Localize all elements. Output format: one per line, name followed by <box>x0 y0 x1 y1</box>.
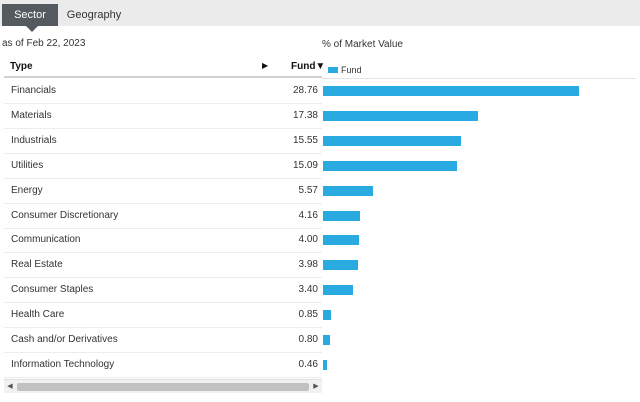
bar-utilities <box>323 160 458 171</box>
bar-consumer-discretionary <box>323 210 361 221</box>
tab-geography-label: Geography <box>66 9 122 21</box>
fund-value: 15.55 <box>292 134 318 146</box>
tab-bar: Sector Geography <box>0 0 640 32</box>
fund-value: 17.38 <box>292 109 318 121</box>
fund-column-header[interactable]: Fund▼ <box>291 61 325 72</box>
bar-health-care <box>323 310 331 321</box>
horizontal-scrollbar[interactable]: ◀ ▶ <box>4 379 322 393</box>
fund-value: 0.80 <box>298 334 318 345</box>
bar-financials <box>323 86 579 96</box>
tab-geography[interactable]: Geography <box>58 4 130 26</box>
fund-value: 5.57 <box>298 184 318 196</box>
table-row: Consumer Discretionary 4.16 <box>4 204 636 229</box>
fund-value: 4.16 <box>298 209 318 221</box>
table-header: Type ▶ Fund▼ <box>4 56 325 78</box>
table-row: Health Care 0.85 <box>4 303 636 329</box>
bar-cash-and-or-derivatives <box>323 335 331 345</box>
play-right-icon[interactable]: ▶ <box>262 61 268 70</box>
fund-value: 0.46 <box>298 358 318 370</box>
sector-name: Consumer Staples <box>11 284 94 296</box>
scroll-left-arrow-icon[interactable]: ◀ <box>4 380 16 393</box>
table-row: Industrials 15.55 <box>4 129 636 154</box>
sector-name: Information Technology <box>11 358 115 370</box>
table-row: Communication 4.00 <box>4 228 636 254</box>
row-divider <box>4 376 322 378</box>
fund-value: 0.85 <box>298 309 318 321</box>
table-row: Financials 28.76 <box>4 79 636 104</box>
bar-information-technology <box>323 359 328 370</box>
tab-sector[interactable]: Sector <box>2 4 58 32</box>
tab-sector-label: Sector <box>14 9 46 21</box>
sector-name: Communication <box>11 234 81 246</box>
type-column-header: Type <box>10 61 33 72</box>
bar-energy <box>323 185 373 196</box>
fund-value: 4.00 <box>298 234 318 246</box>
table-row: Information Technology 0.46 <box>4 353 636 378</box>
sector-name: Energy <box>11 184 43 196</box>
table-row: Energy 5.57 <box>4 179 636 204</box>
fund-value: 15.09 <box>292 159 318 171</box>
scrollbar-thumb[interactable] <box>17 383 309 391</box>
sector-name: Real Estate <box>11 259 63 271</box>
sector-name: Utilities <box>11 159 44 171</box>
bar-communication <box>323 235 359 246</box>
sector-name: Financials <box>11 85 57 96</box>
bar-real-estate <box>323 260 359 271</box>
chart-title: % of Market Value <box>322 39 403 50</box>
table-row: Real Estate 3.98 <box>4 253 636 279</box>
sector-name: Materials <box>11 109 52 121</box>
bar-consumer-staples <box>323 285 354 296</box>
active-tab-caret-icon <box>26 26 38 32</box>
sector-name: Cash and/or Derivatives <box>11 334 118 345</box>
table-row: Cash and/or Derivatives 0.80 <box>4 328 636 353</box>
table-row: Utilities 15.09 <box>4 154 636 179</box>
table-row: Materials 17.38 <box>4 104 636 129</box>
fund-value: 3.40 <box>298 284 318 296</box>
as-of-date: as of Feb 22, 2023 <box>2 38 86 49</box>
fund-value: 28.76 <box>292 85 318 96</box>
sector-name: Industrials <box>11 134 57 146</box>
legend-swatch <box>328 67 338 73</box>
scroll-right-arrow-icon[interactable]: ▶ <box>310 380 322 393</box>
fund-value: 3.98 <box>298 259 318 271</box>
sector-name: Health Care <box>11 309 65 321</box>
bar-materials <box>323 110 478 121</box>
bar-industrials <box>323 135 462 146</box>
sector-name: Consumer Discretionary <box>11 209 119 221</box>
legend-label: Fund <box>341 65 362 75</box>
table-row: Consumer Staples 3.40 <box>4 278 636 304</box>
